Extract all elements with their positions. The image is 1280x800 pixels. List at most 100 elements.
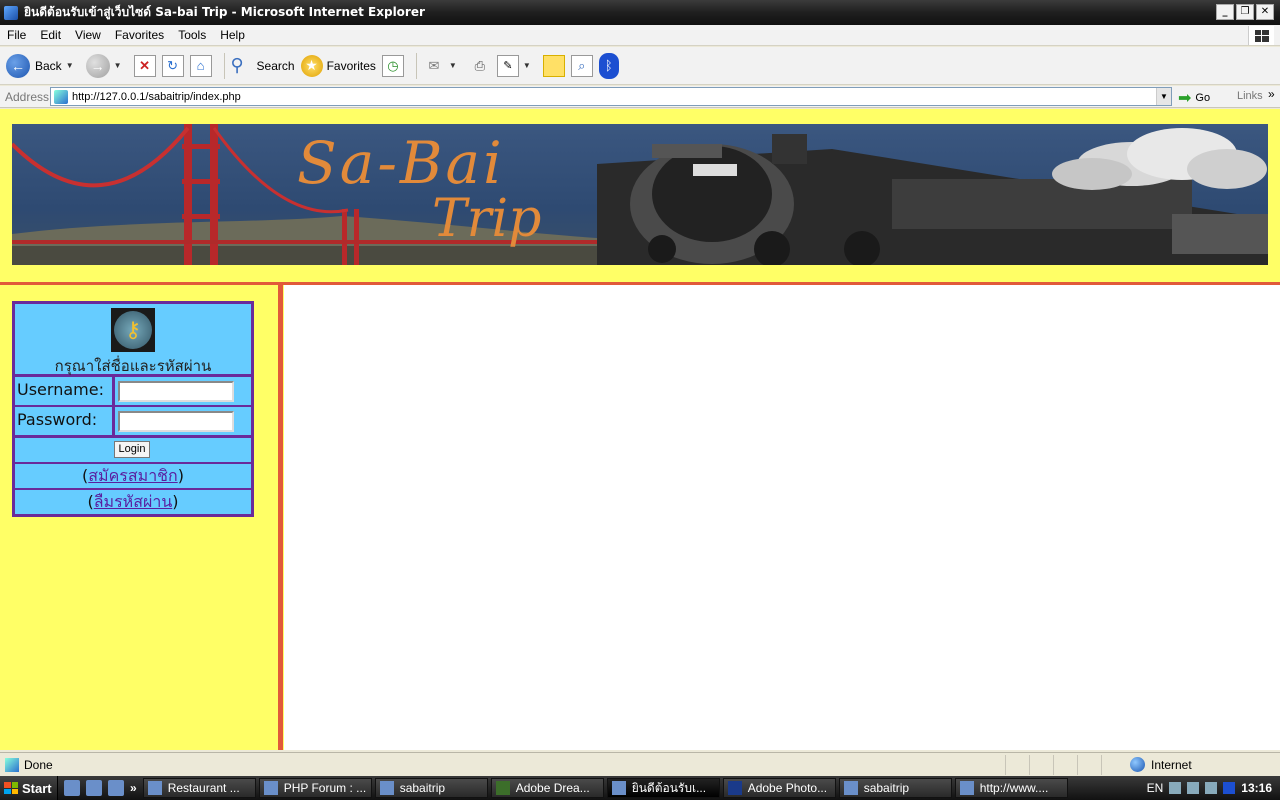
minimize-button[interactable]: _ xyxy=(1216,4,1234,20)
username-label-cell: Username: xyxy=(15,377,112,405)
task-label: sabaitrip xyxy=(399,781,446,795)
ie-icon xyxy=(959,781,974,795)
forward-dropdown-icon[interactable]: ▼ xyxy=(114,61,122,70)
task-button[interactable]: Adobe Drea... xyxy=(490,778,604,798)
task-label: http://www.... xyxy=(979,781,1049,795)
stop-icon: ✕ xyxy=(133,54,156,77)
toolbar: ← Back ▼ → ▼ ✕ ↻ ⌂ ⚲ Search ★ Favorites … xyxy=(0,47,1280,85)
login-prompt: กรุณาใส่ชื่อและรหัสผ่าน xyxy=(54,357,212,375)
links-label[interactable]: Links xyxy=(1237,90,1263,102)
address-input[interactable]: http://127.0.0.1/sabaitrip/index.php ▼ xyxy=(50,87,1172,106)
edit-button[interactable]: ✎ ▼ xyxy=(496,54,537,77)
restore-button[interactable]: ❐ xyxy=(1236,4,1254,20)
task-button-active[interactable]: ยินดีต้อนรับเ... xyxy=(606,778,720,798)
address-bar: Address http://127.0.0.1/sabaitrip/index… xyxy=(0,86,1280,108)
window-controls: _ ❐ ✕ xyxy=(1216,4,1274,20)
forgot-password-link[interactable]: ลืมรหัสผ่าน xyxy=(94,492,173,511)
ie-icon xyxy=(263,781,278,795)
doc-quicklaunch-icon[interactable] xyxy=(86,780,102,796)
links-chevron-icon[interactable]: » xyxy=(1268,87,1275,101)
print-icon: ⎙ xyxy=(474,57,486,73)
stop-button[interactable]: ✕ xyxy=(133,54,156,77)
home-button[interactable]: ⌂ xyxy=(189,54,212,77)
ie-quicklaunch-icon[interactable] xyxy=(64,780,80,796)
ie-icon xyxy=(611,781,626,795)
favorites-star-icon: ★ xyxy=(300,54,323,77)
mail-button[interactable]: ✉ ▼ xyxy=(423,55,463,77)
mail-dropdown-icon[interactable]: ▼ xyxy=(449,61,457,70)
page-icon xyxy=(54,89,68,104)
network-icon[interactable] xyxy=(1187,782,1200,794)
banner-title-line2: Trip xyxy=(432,189,542,249)
username-input[interactable] xyxy=(118,381,234,402)
folder-icon xyxy=(379,781,394,795)
print-button[interactable]: ⎙ xyxy=(469,55,491,77)
task-button[interactable]: PHP Forum : ... xyxy=(258,778,372,798)
key-icon: ⚷ xyxy=(111,308,155,352)
task-label: sabaitrip xyxy=(863,781,910,795)
menu-bar: File Edit View Favorites Tools Help xyxy=(0,25,1280,46)
taskbar: Start » Restaurant ... PHP Forum : ... s… xyxy=(0,776,1280,800)
language-indicator[interactable]: EN xyxy=(1147,781,1164,795)
menu-help[interactable]: Help xyxy=(213,28,252,42)
password-label-cell: Password: xyxy=(15,407,112,435)
back-button[interactable]: ← Back ▼ xyxy=(6,53,80,78)
ie-icon xyxy=(4,5,18,20)
toolbar-separator xyxy=(415,52,417,79)
menu-tools[interactable]: Tools xyxy=(171,28,213,42)
back-dropdown-icon[interactable]: ▼ xyxy=(66,61,74,70)
task-button[interactable]: sabaitrip xyxy=(374,778,488,798)
page-viewport: Sa-Bai Trip ⚷ กรุณาใส่ชื่อและรหัสผ่าน Us… xyxy=(0,109,1280,750)
bluetooth-button[interactable]: ᛒ xyxy=(598,52,619,79)
main-content xyxy=(284,285,1280,750)
task-button[interactable]: http://www.... xyxy=(954,778,1068,798)
task-button[interactable]: Restaurant ... xyxy=(142,778,256,798)
edit-dropdown-icon[interactable]: ▼ xyxy=(523,61,531,70)
forward-button[interactable]: → ▼ xyxy=(85,53,128,78)
research-button[interactable]: ⌕ xyxy=(570,54,593,77)
history-icon: ◷ xyxy=(381,54,404,77)
search-label: Search xyxy=(256,58,295,73)
banner-artwork xyxy=(12,124,1268,265)
search-button[interactable]: ⚲ Search xyxy=(231,55,295,77)
task-button[interactable]: Adobe Photo... xyxy=(722,778,836,798)
password-label: Password: xyxy=(17,410,98,429)
search-icon: ⚲ xyxy=(230,54,244,75)
menu-file[interactable]: File xyxy=(0,28,33,42)
start-label: Start xyxy=(22,780,52,796)
favorites-button[interactable]: ★ Favorites xyxy=(300,54,376,77)
password-input[interactable] xyxy=(118,411,234,432)
menu-edit[interactable]: Edit xyxy=(33,28,68,42)
volume-icon[interactable] xyxy=(1169,782,1182,794)
network-icon[interactable] xyxy=(1205,782,1218,794)
system-tray: EN 13:16 xyxy=(1141,776,1280,800)
bluetooth-tray-icon[interactable] xyxy=(1223,782,1236,794)
menu-view[interactable]: View xyxy=(68,28,108,42)
address-dropdown-icon[interactable]: ▼ xyxy=(1156,88,1171,105)
menu-favorites[interactable]: Favorites xyxy=(108,28,171,42)
folder-icon xyxy=(843,781,858,795)
title-bar: ยินดีต้อนรับเข้าสู่เว็บไซด์ Sa-bai Trip … xyxy=(0,0,1280,25)
refresh-button[interactable]: ↻ xyxy=(161,54,184,77)
login-header: ⚷ กรุณาใส่ชื่อและรหัสผ่าน xyxy=(15,304,251,375)
go-button[interactable]: ➡ Go xyxy=(1178,88,1210,108)
register-row: (สมัครสมาชิก) xyxy=(15,464,251,488)
vertical-divider xyxy=(278,284,283,750)
windows-logo-icon xyxy=(1248,26,1274,45)
refresh-icon: ↻ xyxy=(161,54,184,77)
desktop-quicklaunch-icon[interactable] xyxy=(108,780,124,796)
history-button[interactable]: ◷ xyxy=(381,54,404,77)
login-button[interactable]: Login xyxy=(114,441,150,458)
site-banner: Sa-Bai Trip xyxy=(12,124,1268,265)
zone-label: Internet xyxy=(1151,757,1192,772)
task-label: PHP Forum : ... xyxy=(283,781,367,795)
close-button[interactable]: ✕ xyxy=(1256,4,1274,20)
notes-button[interactable] xyxy=(542,54,565,77)
start-button[interactable]: Start xyxy=(0,776,58,800)
address-url[interactable]: http://127.0.0.1/sabaitrip/index.php xyxy=(72,91,241,103)
quicklaunch-chevron-icon[interactable]: » xyxy=(130,781,137,795)
clock[interactable]: 13:16 xyxy=(1241,781,1272,795)
dreamweaver-icon xyxy=(495,781,510,795)
task-button[interactable]: sabaitrip xyxy=(838,778,952,798)
register-link[interactable]: สมัครสมาชิก xyxy=(88,466,177,485)
